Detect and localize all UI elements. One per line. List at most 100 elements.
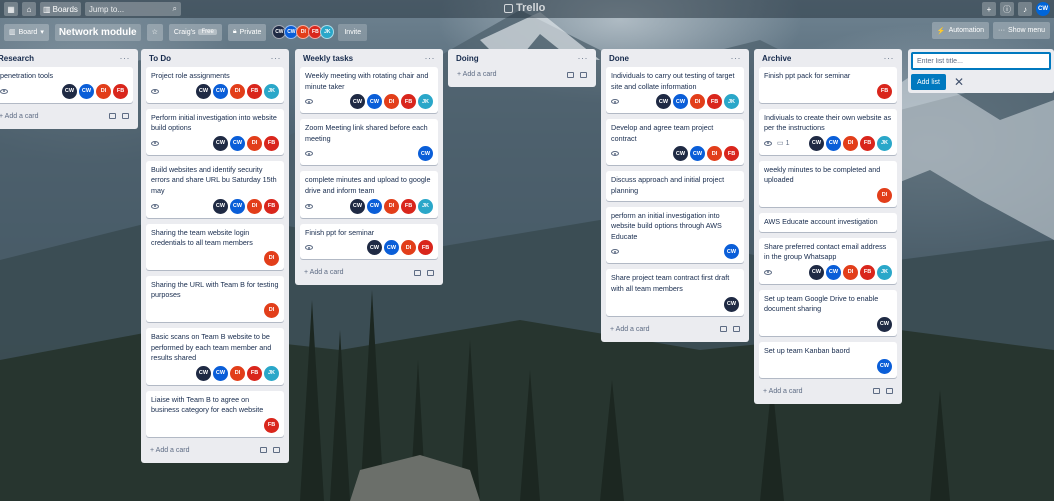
list-card[interactable]: Sharing the team website login credentia… (146, 223, 284, 270)
list-title[interactable]: To Do (149, 54, 171, 63)
member-avatar[interactable]: DI (230, 83, 245, 99)
member-avatar[interactable]: JK (264, 83, 279, 99)
member-avatar[interactable]: FB (247, 83, 262, 99)
camera-icon[interactable] (720, 326, 727, 333)
member-avatar[interactable]: CW (230, 198, 245, 214)
visibility-button[interactable]: 🔒︎ Private (227, 23, 267, 41)
member-avatar[interactable]: DI (384, 94, 399, 110)
template-icon[interactable] (886, 388, 893, 395)
list-card[interactable]: Share project team contract first draft … (606, 269, 744, 316)
template-icon[interactable] (427, 269, 434, 276)
list-card[interactable]: Weekly meeting with rotating chair and m… (300, 67, 438, 114)
member-avatar[interactable]: DI (264, 302, 279, 318)
member-avatar[interactable]: CW (809, 264, 824, 280)
member-avatar[interactable]: JK (877, 135, 892, 151)
member-avatar[interactable]: CW (367, 198, 382, 214)
board-switch-button[interactable]: ▥ Board ▾ (4, 23, 49, 41)
add-card-button[interactable]: + Add a card (146, 443, 284, 458)
list-card[interactable]: Basic scans on Team B website to be perf… (146, 327, 284, 385)
member-avatar[interactable]: FB (418, 240, 433, 256)
member-avatar[interactable]: CW (384, 240, 399, 256)
member-avatar[interactable]: CW (230, 135, 245, 151)
member-avatar[interactable]: DI (843, 264, 858, 280)
camera-icon[interactable] (567, 71, 574, 78)
template-icon[interactable] (733, 326, 740, 333)
more-icon[interactable]: ··· (425, 53, 436, 63)
list-card[interactable]: weekly minutes to be completed and uploa… (759, 160, 897, 207)
member-avatar[interactable]: DI (690, 94, 705, 110)
member-avatar[interactable]: CW (367, 240, 382, 256)
member-avatar[interactable]: FB (860, 135, 875, 151)
home-button[interactable]: ⌂ (22, 2, 36, 16)
notifications-button[interactable]: ♪ (1018, 2, 1032, 16)
more-icon[interactable]: ··· (578, 53, 589, 63)
member-avatar[interactable]: CW (724, 244, 739, 260)
member-avatar[interactable]: CW (213, 198, 228, 214)
list-card[interactable]: complete minutes and upload to google dr… (300, 171, 438, 218)
member-avatar[interactable]: CW (350, 198, 365, 214)
list-card[interactable]: Project role assignments CW CW DI FB JK (146, 67, 284, 103)
more-icon[interactable]: ··· (120, 53, 131, 63)
list-card[interactable]: Set up team Kanban baord CW (759, 341, 897, 378)
member-avatar[interactable]: CW (213, 83, 228, 99)
list-title-input[interactable] (911, 52, 1051, 70)
member-avatar[interactable]: FB (724, 146, 739, 162)
list-card[interactable]: Individuals to carry out testing of targ… (606, 67, 744, 114)
member-avatar[interactable]: DI (264, 250, 279, 266)
member-avatar[interactable]: DI (247, 198, 262, 214)
member-avatar[interactable]: DI (384, 198, 399, 214)
add-card-button[interactable]: + Add a card (300, 265, 438, 280)
member-avatar[interactable]: JK (418, 94, 433, 110)
list-card[interactable]: Zoom Meeting link shared before each mee… (300, 119, 438, 166)
team-button[interactable]: Craig's Free (168, 23, 222, 41)
member-avatar[interactable]: CW (673, 94, 688, 110)
list-card[interactable]: penetration tools CW CW DI FB (0, 67, 133, 103)
list-title[interactable]: Done (609, 54, 629, 63)
list-title[interactable]: Archive (762, 54, 791, 63)
member-avatar[interactable]: DI (843, 135, 858, 151)
automation-button[interactable]: ⚡ Automation (931, 22, 990, 39)
member-avatar[interactable]: CW (724, 296, 739, 312)
info-button[interactable]: ⓘ (1000, 2, 1014, 16)
list-card[interactable]: Share preferred contact email address in… (759, 237, 897, 284)
camera-icon[interactable] (260, 447, 267, 454)
member-avatar[interactable]: CW (196, 365, 211, 381)
list-card[interactable]: Indiviuals to create their own website a… (759, 108, 897, 155)
list-card[interactable]: Finish ppt for seminar CW CW DI FB (300, 223, 438, 260)
member-avatar[interactable]: DI (401, 240, 416, 256)
member-avatar[interactable]: CW (213, 365, 228, 381)
member-avatar[interactable]: DI (877, 187, 892, 203)
list-card[interactable]: perform an initial investigation into we… (606, 206, 744, 264)
member-avatar[interactable]: FB (113, 83, 128, 99)
camera-icon[interactable] (109, 113, 116, 120)
list-card[interactable]: Perform initial investigation into websi… (146, 108, 284, 155)
add-card-button[interactable]: + Add a card (0, 109, 133, 124)
list-title[interactable]: Weekly tasks (303, 54, 353, 63)
member-avatar[interactable]: CW (418, 146, 433, 162)
member-avatar[interactable]: CW (62, 83, 77, 99)
list-card[interactable]: Sharing the URL with Team B for testing … (146, 275, 284, 322)
template-icon[interactable] (273, 447, 280, 454)
member-avatar[interactable]: FB (877, 83, 892, 99)
member-avatar[interactable]: FB (264, 417, 279, 433)
member-avatar[interactable]: CW (79, 83, 94, 99)
more-icon[interactable]: ··· (271, 53, 282, 63)
user-avatar[interactable]: CW (1036, 2, 1050, 16)
member-avatar[interactable]: JK (264, 365, 279, 381)
member-avatar[interactable]: CW (656, 94, 671, 110)
member-avatar[interactable]: CW (826, 264, 841, 280)
more-icon[interactable]: ··· (731, 53, 742, 63)
member-avatar[interactable]: CW (673, 146, 688, 162)
list-card[interactable]: AWS Educate account investigation (759, 212, 897, 232)
list-card[interactable]: Liaise with Team B to agree on business … (146, 390, 284, 437)
invite-button[interactable]: Invite (338, 23, 368, 41)
member-avatar[interactable]: CW (877, 316, 892, 332)
add-card-button[interactable]: + Add a card (759, 384, 897, 399)
member-avatar[interactable]: DI (230, 365, 245, 381)
member-avatar[interactable]: CW (350, 94, 365, 110)
member-avatar[interactable]: JK (418, 198, 433, 214)
member-avatar[interactable]: DI (96, 83, 111, 99)
member-avatar[interactable]: CW (196, 83, 211, 99)
member-avatar[interactable]: DI (247, 135, 262, 151)
member-avatar[interactable]: FB (264, 135, 279, 151)
